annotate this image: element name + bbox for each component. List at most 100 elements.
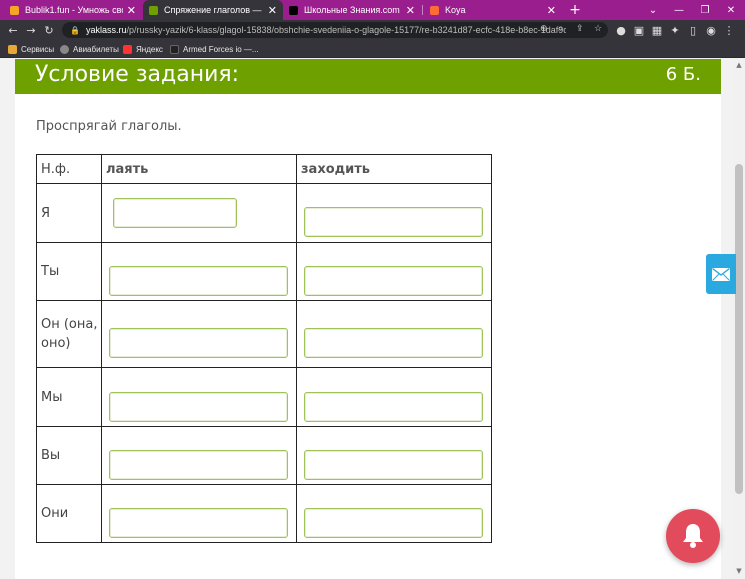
- extension-media-icon[interactable]: ▣: [632, 23, 646, 37]
- conjugation-table: Н.ф. лаять заходить Я Ты Он (она, оно) М…: [36, 154, 492, 543]
- yandex-icon: [123, 44, 132, 54]
- table-row: Мы: [36, 367, 492, 427]
- close-tab-icon[interactable]: ✕: [547, 4, 556, 17]
- envelope-icon: [712, 267, 730, 281]
- bookmark-armed-forces[interactable]: Armed Forces io —...: [170, 43, 259, 55]
- pronoun-cell: Мы: [36, 367, 102, 427]
- bookmark-label: Armed Forces io —...: [183, 44, 259, 54]
- bookmark-aviabilety[interactable]: Авиабилеты: [60, 43, 119, 55]
- bookmark-star-icon[interactable]: ☆: [594, 23, 602, 34]
- tab-title: Koya: [445, 5, 466, 15]
- browser-tab-znania[interactable]: Школьные Знания.com - Решаем ✕: [283, 0, 421, 20]
- close-tab-icon[interactable]: ✕: [406, 4, 415, 17]
- tab-title: Спряжение глаголов — задание: [164, 5, 264, 15]
- scrollbar-thumb[interactable]: [735, 164, 743, 494]
- page-scrollbar[interactable]: ▲ ▼: [733, 59, 745, 579]
- answer-cell: [296, 300, 492, 368]
- url-path: /p/russky-yazik/6-klass/glagol-15838/obs…: [126, 25, 567, 35]
- answer-input-oni-zakhodit[interactable]: [304, 508, 483, 538]
- url-host: yaklass.ru: [85, 25, 127, 35]
- answer-input-on-zakhodit[interactable]: [304, 328, 483, 358]
- header-verb-zakhodit: заходить: [296, 154, 492, 184]
- answer-input-oni-layat[interactable]: [109, 508, 288, 538]
- answer-cell: [296, 484, 492, 543]
- bookmark-label: Сервисы: [21, 44, 55, 54]
- answer-input-ya-zakhodit[interactable]: [304, 207, 483, 237]
- task-banner: Условие задания: 6 Б.: [15, 59, 721, 94]
- znania-favicon-icon: [289, 5, 298, 15]
- answer-cell: [296, 242, 492, 301]
- table-row: Вы: [36, 426, 492, 485]
- answer-input-vy-layat[interactable]: [109, 450, 288, 480]
- close-tab-icon[interactable]: ✕: [127, 4, 136, 17]
- bookmark-yandex[interactable]: Яндекс: [123, 43, 163, 55]
- address-bar[interactable]: 🔒 yaklass.ru/p/russky-yazik/6-klass/glag…: [62, 22, 608, 38]
- yaklass-favicon-icon: [149, 5, 158, 15]
- tab-title: Bublik1.fun - Умножь свою ставку: [25, 5, 123, 15]
- new-tab-button[interactable]: +: [568, 0, 582, 20]
- forward-arrow-icon[interactable]: →: [24, 23, 38, 37]
- browser-tab-koya[interactable]: Koya ✕: [424, 0, 562, 20]
- answer-input-ya-layat[interactable]: [113, 198, 237, 228]
- task-instruction: Проспрягай глаголы.: [36, 119, 182, 134]
- install-app-icon[interactable]: ⊕: [540, 23, 548, 34]
- restore-window-icon[interactable]: ❐: [692, 0, 718, 20]
- answer-input-my-zakhodit[interactable]: [304, 392, 483, 422]
- lock-icon: 🔒: [70, 25, 80, 35]
- profile-avatar-icon[interactable]: ◉: [704, 23, 718, 37]
- apps-grid-icon: [8, 44, 17, 54]
- answer-input-ty-layat[interactable]: [109, 266, 288, 296]
- reload-icon[interactable]: ↻: [42, 23, 56, 37]
- feedback-mail-button[interactable]: [706, 254, 736, 294]
- scroll-up-arrow-icon[interactable]: ▲: [733, 61, 745, 71]
- task-points: 6 Б.: [665, 64, 701, 85]
- bookmarks-bar: Сервисы Авиабилеты Яндекс Armed Forces i…: [0, 40, 745, 58]
- answer-cell: [101, 242, 297, 301]
- task-title: Условие задания:: [35, 62, 240, 87]
- answer-cell: [101, 183, 297, 243]
- table-row: Ты: [36, 242, 492, 301]
- pronoun-cell: Я: [36, 183, 102, 243]
- tab-search-chevron-icon[interactable]: ⌄: [640, 0, 666, 20]
- back-arrow-icon[interactable]: ←: [6, 23, 20, 37]
- armed-forces-icon: [170, 44, 179, 54]
- globe-icon: [60, 44, 69, 54]
- pronoun-cell: Вы: [36, 426, 102, 485]
- minimize-window-icon[interactable]: —: [666, 0, 692, 20]
- close-window-icon[interactable]: ✕: [718, 0, 744, 20]
- extension-cookie-icon[interactable]: ●: [614, 23, 628, 37]
- answer-input-vy-zakhodit[interactable]: [304, 450, 483, 480]
- pronoun-cell: Он (она, оно): [36, 300, 102, 368]
- answer-cell: [296, 367, 492, 427]
- answer-input-my-layat[interactable]: [109, 392, 288, 422]
- bookmark-services[interactable]: Сервисы: [8, 43, 54, 55]
- table-row: Он (она, оно): [36, 300, 492, 368]
- answer-cell: [101, 426, 297, 485]
- answer-cell: [101, 300, 297, 368]
- table-row: Я: [36, 183, 492, 243]
- zoom-icon[interactable]: ⌕: [558, 23, 563, 34]
- browser-tab-yaklass[interactable]: Спряжение глаголов — задание ✕: [143, 0, 283, 20]
- header-verb-layat: лаять: [101, 154, 297, 184]
- share-icon[interactable]: ⇪: [576, 23, 584, 34]
- scroll-down-arrow-icon[interactable]: ▼: [733, 567, 745, 577]
- page-viewport: Условие задания: 6 Б. Проспрягай глаголы…: [0, 59, 733, 579]
- notifications-bell-button[interactable]: [666, 509, 720, 563]
- answer-cell: [296, 426, 492, 485]
- answer-cell: [101, 484, 297, 543]
- extensions-puzzle-icon[interactable]: ✦: [668, 23, 682, 37]
- browser-tab-bublik[interactable]: Bublik1.fun - Умножь свою ставку ✕: [4, 0, 142, 20]
- side-panel-icon[interactable]: ▯: [686, 23, 700, 37]
- bell-icon: [683, 524, 703, 548]
- pronoun-cell: Они: [36, 484, 102, 543]
- answer-input-ty-zakhodit[interactable]: [304, 266, 483, 296]
- answer-cell: [101, 367, 297, 427]
- table-row: Они: [36, 484, 492, 543]
- koya-favicon-icon: [430, 5, 439, 15]
- close-tab-icon[interactable]: ✕: [268, 4, 277, 17]
- answer-input-on-layat[interactable]: [109, 328, 288, 358]
- tab-separator: [422, 5, 423, 15]
- extension-grid-icon[interactable]: ▦: [650, 23, 664, 37]
- browser-menu-icon[interactable]: ⋮: [722, 23, 736, 37]
- tab-title: Школьные Знания.com - Решаем: [304, 5, 402, 15]
